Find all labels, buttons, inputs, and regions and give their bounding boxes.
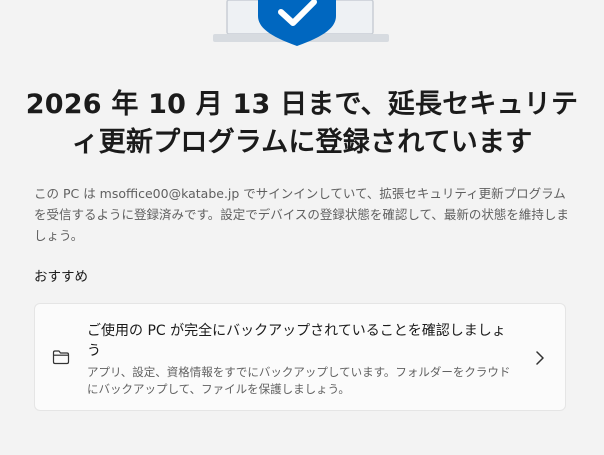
folder-icon	[52, 350, 70, 365]
page-title: 2026 年 10 月 13 日まで、延長セキュリティ更新プログラムに登録されて…	[25, 89, 579, 158]
card-description: アプリ、設定、資格情報をすでにバックアップしています。フォルダーをクラウドにバッ…	[87, 365, 511, 396]
chevron-right-icon[interactable]	[535, 351, 545, 365]
backup-recommendation-card[interactable]: ご使用の PC が完全にバックアップされていることを確認しましょう アプリ、設定…	[34, 303, 566, 411]
security-shield-laptop-illustration	[213, 0, 389, 46]
card-title: ご使用の PC が完全にバックアップされていることを確認しましょう	[87, 323, 506, 359]
enrollment-description: この PC は msoffice00@katabe.jp でサインインしていて、…	[34, 186, 569, 243]
recommendations-label: おすすめ	[34, 269, 88, 285]
